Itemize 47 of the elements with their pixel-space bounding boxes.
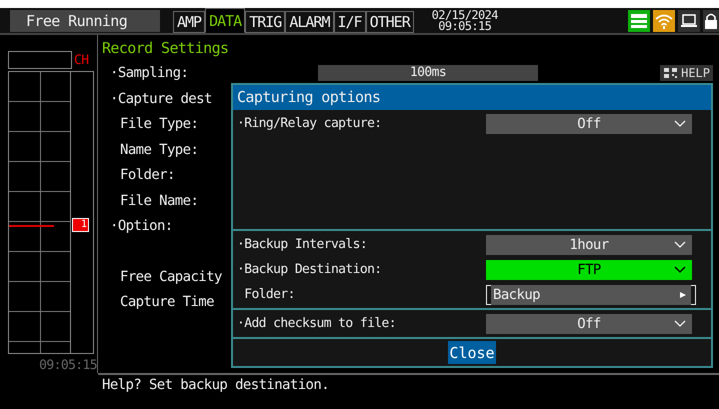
help-message: Help? Set backup destination. (98, 373, 719, 409)
setting-label: ·Capture dest (109, 90, 212, 108)
tab[interactable]: ALARM (285, 11, 334, 33)
close-button[interactable]: Close (448, 341, 496, 364)
setting-label: Free Capacity (119, 268, 222, 286)
setting-label: File Name: (119, 192, 198, 210)
setting-label: ·Sampling: (109, 64, 188, 83)
setting-label: File Type: (119, 115, 198, 134)
option-dropdown[interactable]: Off (486, 114, 692, 134)
dialog-title: Capturing options (233, 85, 711, 110)
qr-code-icon (663, 67, 680, 79)
channel-field (8, 51, 72, 69)
tab[interactable]: OTHER (366, 11, 414, 33)
option-dropdown[interactable]: Off (486, 314, 692, 334)
channel-marker: 1 (72, 218, 90, 232)
setting-label: ·Option: (109, 217, 173, 236)
play-icon (679, 290, 687, 298)
help-button[interactable]: HELP (660, 65, 713, 81)
date-time: 02/15/2024 09:05:15 (430, 10, 499, 32)
tab[interactable]: DATA (205, 8, 246, 33)
folder-field[interactable]: Backup (491, 284, 691, 304)
chevron-down-icon (674, 120, 686, 128)
option-label: ·Backup Destination: (236, 262, 383, 277)
lock-icon (703, 10, 719, 32)
channel-label: CH (74, 52, 88, 68)
chevron-down-icon (674, 320, 686, 328)
laptop-icon (678, 10, 700, 32)
chevron-down-icon (674, 266, 686, 274)
option-dropdown[interactable]: 1hour (486, 234, 692, 254)
storage-icon (628, 10, 650, 32)
chevron-down-icon (674, 240, 686, 248)
setting-label: Folder: (119, 166, 175, 185)
section-title: Record Settings (102, 39, 230, 57)
option-label: ·Add checksum to file: (236, 316, 397, 331)
setting-label: Capture Time (119, 293, 214, 312)
option-label: Folder: (243, 287, 296, 302)
tab[interactable]: I/F (334, 11, 366, 33)
mode-label: Free Running (10, 10, 160, 32)
option-dropdown[interactable]: FTP (486, 260, 692, 280)
setting-label: Name Type: (119, 140, 198, 160)
tab[interactable]: TRIG (245, 11, 286, 33)
option-label: ·Backup Intervals: (236, 237, 368, 252)
option-label: ·Ring/Relay capture: (236, 116, 383, 131)
tab[interactable]: AMP (173, 11, 206, 33)
sampling-dropdown[interactable]: 100ms (318, 65, 538, 81)
wifi-icon (653, 10, 675, 32)
time-label: 09:05:15 (38, 358, 97, 373)
